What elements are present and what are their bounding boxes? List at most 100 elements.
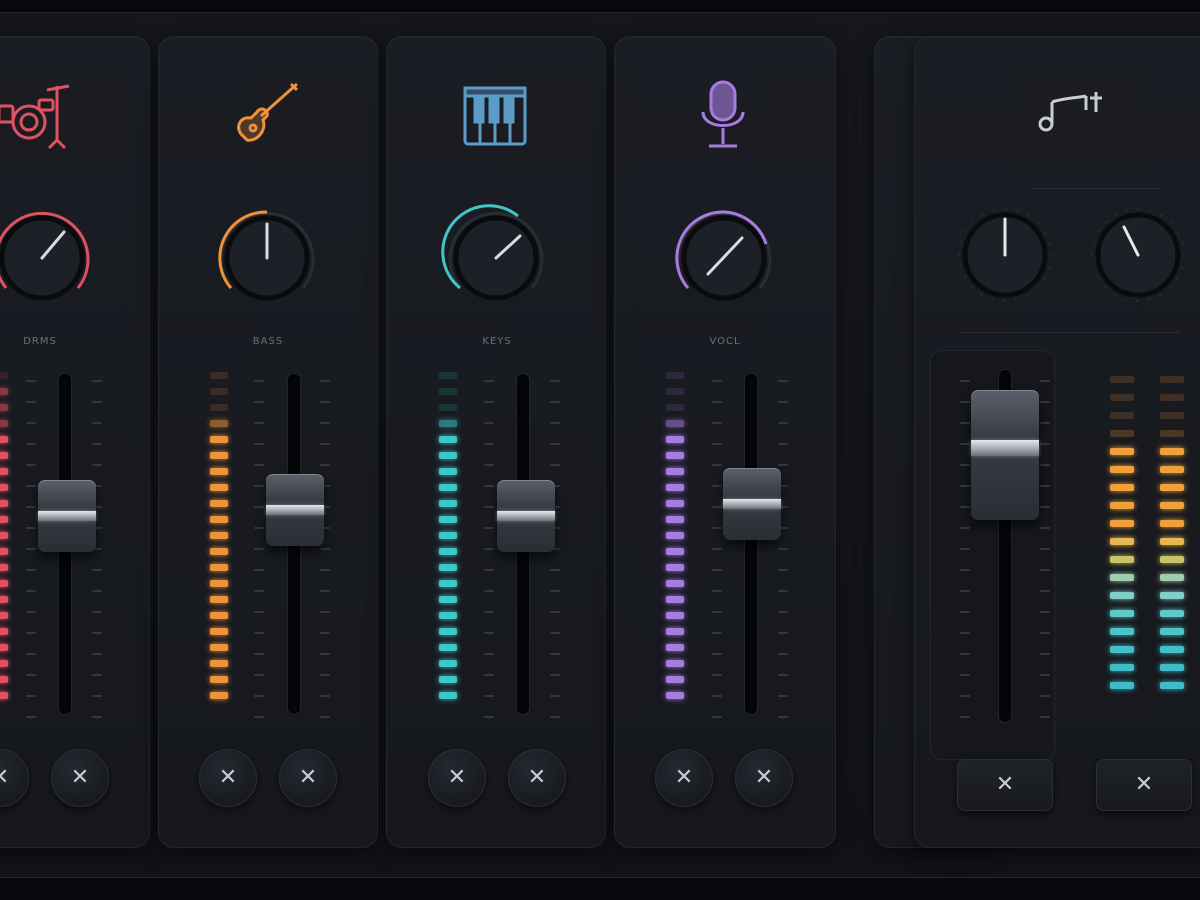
- meter-segment: [666, 436, 684, 443]
- fader-scale: [254, 380, 266, 737]
- scale-tick: [484, 653, 494, 655]
- scale-tick: [712, 716, 722, 718]
- fader-scale: [712, 380, 724, 737]
- fader-scale: [484, 380, 496, 737]
- scale-tick: [92, 716, 102, 718]
- scale-tick: [960, 464, 970, 466]
- volume-fader-keys[interactable]: [497, 480, 555, 552]
- scale-tick: [26, 548, 36, 550]
- scale-tick: [254, 674, 264, 676]
- scale-tick: [254, 485, 264, 487]
- scale-tick: [712, 590, 722, 592]
- master-close-button-left[interactable]: ✕: [957, 759, 1053, 811]
- scale-tick: [484, 443, 494, 445]
- meter-segment: [666, 372, 684, 379]
- scale-tick: [778, 422, 788, 424]
- scale-tick: [484, 527, 494, 529]
- scale-tick: [484, 569, 494, 571]
- close-button-bass-b[interactable]: ✕: [279, 749, 337, 807]
- scale-tick: [778, 380, 788, 382]
- scale-tick: [960, 422, 970, 424]
- master-knob-left[interactable]: [935, 185, 1075, 325]
- master-knob-right[interactable]: [1068, 185, 1200, 325]
- meter-segment: [666, 500, 684, 507]
- scale-tick: [320, 380, 330, 382]
- music-note-icon: [1030, 76, 1110, 156]
- scale-tick: [254, 506, 264, 508]
- scale-tick: [712, 422, 722, 424]
- scale-tick: [1040, 716, 1050, 718]
- meter-segment: [1110, 592, 1134, 599]
- meter-segment: [0, 676, 8, 683]
- meter-segment: [439, 372, 457, 379]
- meter-segment: [210, 580, 228, 587]
- scale-tick: [778, 443, 788, 445]
- meter-segment: [0, 388, 8, 395]
- close-button-keys-b[interactable]: ✕: [508, 749, 566, 807]
- meter-segment: [210, 388, 228, 395]
- meter-segment: [1110, 664, 1134, 671]
- scale-tick: [712, 527, 722, 529]
- gain-knob-vocal[interactable]: [654, 188, 794, 328]
- scale-tick: [1040, 485, 1050, 487]
- scale-tick: [26, 485, 36, 487]
- meter-segment: [210, 516, 228, 523]
- scale-tick: [92, 632, 102, 634]
- scale-tick: [712, 632, 722, 634]
- meter-segment: [210, 532, 228, 539]
- scale-tick: [484, 548, 494, 550]
- knob-label-vocal: VOCL: [709, 336, 741, 347]
- volume-fader-vocal[interactable]: [723, 468, 781, 540]
- meter-segment: [210, 548, 228, 555]
- scale-tick: [960, 506, 970, 508]
- close-button-bass-a[interactable]: ✕: [199, 749, 257, 807]
- scale-tick: [254, 716, 264, 718]
- gain-knob-bass[interactable]: [197, 188, 337, 328]
- meter-segment: [666, 388, 684, 395]
- scale-tick: [778, 590, 788, 592]
- scale-tick: [550, 716, 560, 718]
- scale-tick: [92, 569, 102, 571]
- meter-segment: [439, 548, 457, 555]
- close-button-vocal-a[interactable]: ✕: [655, 749, 713, 807]
- meter-segment: [666, 692, 684, 699]
- meter-segment: [0, 612, 8, 619]
- scale-tick: [550, 695, 560, 697]
- meter-segment: [666, 612, 684, 619]
- meter-segment: [439, 676, 457, 683]
- meter-segment: [1160, 412, 1184, 419]
- gain-knob-keys[interactable]: [426, 188, 566, 328]
- fader-scale: [1040, 380, 1052, 737]
- gain-knob-drums[interactable]: [0, 188, 112, 328]
- close-button-vocal-b[interactable]: ✕: [735, 749, 793, 807]
- knob-label-bass: BASS: [252, 336, 284, 347]
- scale-tick: [1040, 443, 1050, 445]
- meter-segment: [439, 484, 457, 491]
- scale-tick: [26, 590, 36, 592]
- scale-tick: [484, 674, 494, 676]
- meter-segment: [1110, 376, 1134, 383]
- meter-segment: [439, 660, 457, 667]
- volume-fader-drums[interactable]: [38, 480, 96, 552]
- meter-segment: [439, 404, 457, 411]
- scale-tick: [484, 422, 494, 424]
- scale-tick: [320, 590, 330, 592]
- close-button-drums-b[interactable]: ✕: [51, 749, 109, 807]
- meter-segment: [439, 436, 457, 443]
- volume-fader-bass[interactable]: [266, 474, 324, 546]
- meter-segment: [210, 564, 228, 571]
- scale-tick: [960, 548, 970, 550]
- scale-tick: [712, 443, 722, 445]
- master-volume-fader[interactable]: [971, 390, 1039, 520]
- scale-tick: [484, 380, 494, 382]
- close-button-keys-a[interactable]: ✕: [428, 749, 486, 807]
- meter-segment: [0, 644, 8, 651]
- master-close-button-right[interactable]: ✕: [1096, 759, 1192, 811]
- meter-segment: [439, 612, 457, 619]
- scale-tick: [712, 380, 722, 382]
- scale-tick: [320, 653, 330, 655]
- scale-tick: [550, 401, 560, 403]
- meter-segment: [439, 388, 457, 395]
- channel-strip-bass: [158, 36, 378, 848]
- scale-tick: [92, 674, 102, 676]
